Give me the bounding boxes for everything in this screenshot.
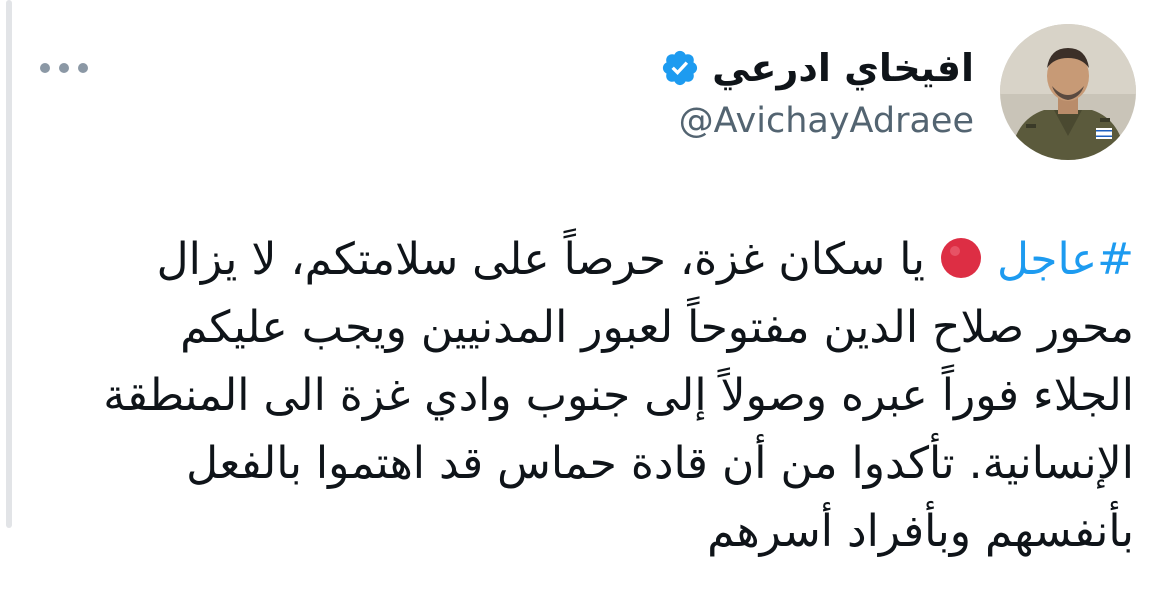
tweet-line-1-text: يا سكان غزة، حرصاً على سلامتكم، لا يزال: [156, 234, 925, 285]
tweet-line-5: بأنفسهم وبأفراد أسرهم: [707, 506, 1134, 557]
tweet-line-3: الجلاء فوراً عبره وصولاً إلى جنوب وادي غ…: [103, 370, 1134, 421]
author-handle[interactable]: @AvichayAdraee: [679, 98, 974, 144]
verified-badge-icon: [662, 50, 698, 86]
avatar[interactable]: [1000, 24, 1136, 160]
more-dot: [59, 63, 69, 73]
more-dot: [78, 63, 88, 73]
tweet-line-2: محور صلاح الدين مفتوحاً لعبور المدنيين و…: [180, 302, 1134, 353]
avatar-image: [1000, 24, 1136, 160]
author-name-row: افيخاي ادرعي: [660, 38, 974, 98]
hashtag-link[interactable]: #عاجل: [997, 234, 1134, 285]
more-dot: [40, 63, 50, 73]
tweet-line-4: الإنسانية. تأكدوا من أن قادة حماس قد اهت…: [186, 438, 1134, 489]
author-display-name[interactable]: افيخاي ادرعي: [712, 38, 974, 98]
left-divider: [6, 0, 12, 528]
red-circle-icon: [940, 238, 981, 278]
more-options-icon[interactable]: [40, 58, 88, 78]
tweet-text: #عاجل يا سكان غزة، حرصاً على سلامتكم، لا …: [34, 226, 1134, 566]
tweet-line: #عاجل يا سكان غزة، حرصاً على سلامتكم، لا …: [34, 226, 1134, 294]
